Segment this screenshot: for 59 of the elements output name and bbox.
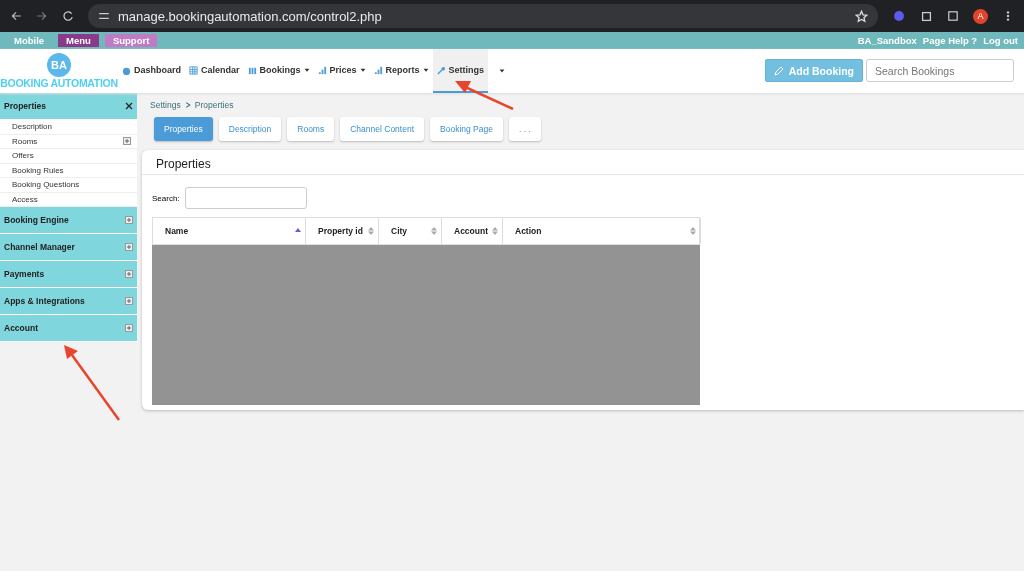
url-text: manage.bookingautomation.com/control2.php (118, 8, 382, 24)
annotation-arrow (455, 80, 515, 110)
bars-icon (247, 65, 257, 75)
site-settings-icon (98, 10, 110, 22)
sidebar-section[interactable]: Channel Manager (0, 234, 137, 261)
sidebar-item[interactable]: Booking Questions (0, 178, 137, 193)
column-header[interactable]: Action (503, 218, 701, 244)
expand-icon[interactable] (125, 216, 133, 224)
expand-icon[interactable] (125, 324, 133, 332)
sidebar-section[interactable]: Apps & Integrations (0, 288, 137, 315)
nav-link[interactable]: Prices (313, 49, 370, 93)
nav-link[interactable]: Reports (369, 49, 433, 93)
expand-icon[interactable] (123, 137, 131, 146)
sidebar-section[interactable]: Account (0, 315, 137, 342)
nav-link[interactable]: Settings (432, 49, 489, 93)
sidebar-item[interactable]: Description (0, 120, 137, 135)
bar-chart-icon (317, 65, 327, 75)
expand-icon[interactable] (125, 297, 133, 305)
panel-title: Properties (142, 150, 1024, 175)
tab[interactable]: Channel Content (340, 117, 424, 141)
back-icon (10, 10, 22, 22)
nav-link[interactable]: Bookings (243, 49, 314, 93)
column-header[interactable]: City (379, 218, 442, 244)
column-header[interactable]: Property id (306, 218, 379, 244)
logo-mark: BA (47, 53, 71, 77)
column-header[interactable]: Name (153, 218, 306, 244)
breadcrumb-link[interactable]: Properties (194, 100, 234, 110)
chevron-icon (184, 102, 191, 108)
sidebar-section[interactable]: Booking Engine (0, 207, 137, 234)
forward-icon (36, 10, 48, 22)
key-icon (436, 65, 446, 75)
breadcrumb-link[interactable]: Settings (150, 100, 181, 110)
sidebar-section[interactable]: Properties (0, 93, 137, 120)
nav-link[interactable]: Dashboard (118, 49, 185, 93)
calendar-icon (189, 65, 198, 75)
pencil-icon (773, 65, 784, 76)
reload-icon (62, 10, 74, 22)
bookmark-star-icon (855, 9, 868, 23)
expand-icon[interactable] (125, 270, 133, 278)
sidebar-section[interactable]: Payments (0, 261, 137, 288)
caret-icon (498, 67, 507, 75)
bar-chart-icon (373, 65, 383, 75)
sidebar-item[interactable]: Offers (0, 149, 137, 164)
menu-button[interactable]: Menu (58, 34, 99, 47)
profile-avatar[interactable]: A (973, 8, 988, 24)
expand-icon[interactable] (125, 243, 133, 251)
tab[interactable]: Description (218, 117, 282, 141)
logo-text: BOOKING AUTOMATION (0, 77, 118, 89)
tab[interactable]: . . . (508, 117, 541, 141)
nav-link[interactable]: Calendar (185, 49, 244, 93)
search-field[interactable]: Search Bookings (866, 59, 1014, 82)
table-search-field[interactable] (184, 187, 307, 209)
close-icon[interactable] (125, 102, 133, 110)
search-label: Search: (152, 193, 180, 203)
tab[interactable]: Rooms (287, 117, 335, 141)
column-header[interactable]: Account (442, 218, 503, 244)
sidebar-icon (947, 10, 959, 22)
tab[interactable]: Booking Page (430, 117, 503, 141)
address-bar[interactable]: manage.bookingautomation.com/control2.php (88, 4, 878, 28)
